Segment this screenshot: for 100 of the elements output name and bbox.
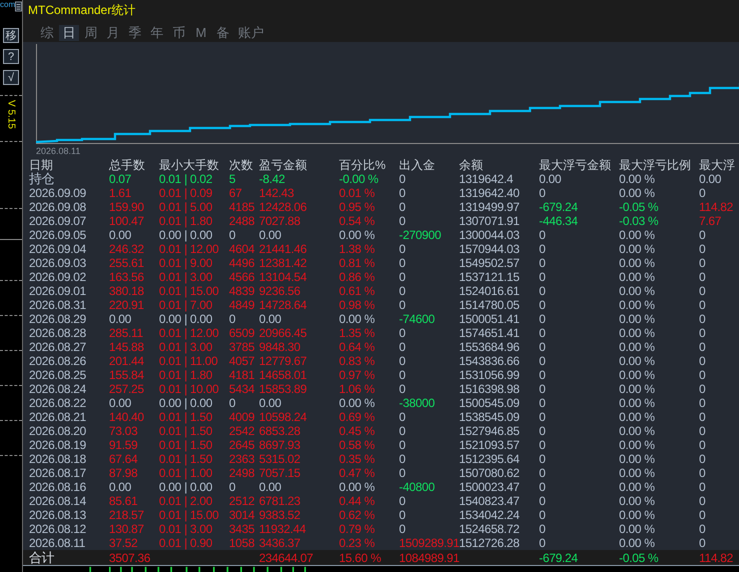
table-cell-text: 67	[229, 186, 243, 200]
table-cell-text: 0.01 | 1.80	[159, 214, 214, 228]
table-cell-text: 0	[539, 452, 546, 466]
table-cell-text: 0	[539, 410, 546, 424]
table-cell-text: 0	[699, 242, 706, 256]
table-cell-text: 0.00 %	[619, 480, 656, 494]
table-cell-text: 9848.30	[259, 340, 302, 354]
table-cell-text: 0.00 %	[619, 284, 656, 298]
period-tab[interactable]: 日	[59, 25, 79, 41]
table-cell-text: 0	[399, 172, 406, 186]
table-cell-text: 12381.42	[259, 256, 308, 270]
table-cell-text: 0	[229, 480, 236, 494]
table-cell-text: 5434	[229, 382, 256, 396]
table-cell-text: 6781.23	[259, 494, 302, 508]
period-tab[interactable]: 备	[213, 25, 233, 41]
table-cell-text: 5315.02	[259, 452, 302, 466]
table-cell-text: 2026.08.18	[29, 452, 88, 466]
table-cell-text: 100.47	[109, 214, 145, 228]
table-cell-text: 0	[699, 382, 706, 396]
table-cell-text: -8.42	[259, 172, 286, 186]
table-cell-text: 0.00	[259, 228, 282, 242]
table-cell-text: 0	[539, 438, 546, 452]
table-cell-text: 0	[699, 396, 706, 410]
table-cell-text: 1.06 %	[339, 382, 376, 396]
period-tab[interactable]: 月	[103, 25, 123, 41]
table-cell-text: 0	[399, 242, 406, 256]
period-tab[interactable]: 综	[37, 25, 57, 41]
side-button[interactable]: 移	[3, 28, 19, 43]
table-cell-text: 85.61	[109, 494, 139, 508]
table-cell-text: 0.01 | 0.02	[159, 172, 214, 186]
table-cell-text: 0	[399, 270, 406, 284]
table-cell-text: 0	[539, 494, 546, 508]
table-cell-text: 0.01 | 1.50	[159, 438, 214, 452]
column-header: 次数	[229, 158, 254, 172]
total-cell-text: 3507.36	[109, 550, 152, 565]
table-cell-text: 1527946.85	[459, 424, 520, 438]
table-cell-text: 6509	[229, 326, 256, 340]
table-cell-text: 0.44 %	[339, 494, 376, 508]
table-cell-text: 0	[539, 340, 546, 354]
table-cell-text: 114.82	[699, 200, 734, 214]
table-cell-text: 0.95 %	[339, 200, 376, 214]
period-tab[interactable]: 年	[147, 25, 167, 41]
column-header: 最大浮	[699, 158, 736, 172]
table-cell-text: 2026.08.31	[29, 298, 88, 312]
table-cell-text: 7027.88	[259, 214, 302, 228]
table-cell-text: 0.86 %	[339, 270, 376, 284]
table-cell-text: 1531056.99	[459, 368, 520, 382]
side-button[interactable]: ?	[3, 49, 19, 64]
table-cell-text: 2026.09.05	[29, 228, 88, 242]
table-cell-text: 1500545.09	[459, 396, 520, 410]
table-cell-text: 0	[539, 270, 546, 284]
table-cell-text: 1.38 %	[339, 242, 376, 256]
table-cell-text: 0	[399, 284, 406, 298]
period-tab[interactable]: 币	[169, 25, 189, 41]
table-cell-text: 0	[399, 466, 406, 480]
table-cell-text: 87.98	[109, 466, 139, 480]
table-cell-text: 2026.09.08	[29, 200, 88, 214]
table-cell-text: 1512395.64	[459, 452, 520, 466]
table-cell-text: 380.18	[109, 284, 145, 298]
table-cell-text: -0.03 %	[619, 214, 660, 228]
total-cell-text: -0.05 %	[619, 550, 660, 565]
table-cell-text: 0	[699, 424, 706, 438]
table-cell-text: 1319642.40	[459, 186, 520, 200]
table-cell-text: 11932.44	[259, 522, 307, 536]
table-cell-text: 0.00	[259, 480, 282, 494]
table-cell-text: 201.44	[109, 354, 145, 368]
table-cell-text: 0.00 | 0.00	[159, 396, 214, 410]
table-cell-text: 145.88	[109, 340, 145, 354]
table-cell-text: 0	[539, 466, 546, 480]
table-cell-text: 0	[539, 480, 546, 494]
table-cell-text: 4181	[229, 368, 256, 382]
table-cell-text: 0.00 %	[619, 298, 656, 312]
table-cell-text: 0.00	[109, 228, 132, 242]
table-cell-text: 140.40	[109, 410, 145, 424]
table-cell-text: 3436.37	[259, 536, 302, 550]
table-cell-text: 2026.09.03	[29, 256, 88, 270]
table-cell-text: 0.69 %	[339, 410, 376, 424]
table-cell-text: 130.87	[109, 522, 145, 536]
table-cell-text: 0	[399, 424, 406, 438]
table-cell-text: 1538545.09	[459, 410, 520, 424]
table-cell-text: 0.98 %	[339, 298, 376, 312]
table-cell-text: 0.00 | 0.00	[159, 312, 214, 326]
table-cell-text: 0.01 | 1.50	[159, 424, 214, 438]
period-tab[interactable]: 账户	[235, 25, 267, 41]
table-cell-text: -446.34	[539, 214, 579, 228]
table-cell-text: 155.84	[109, 368, 145, 382]
table-cell-text: 0	[539, 256, 546, 270]
table-cell-text: -0.00 %	[339, 172, 380, 186]
period-tab[interactable]: M	[191, 25, 211, 41]
table-cell-text: 1500051.41	[459, 312, 520, 326]
table-cell-text: 0.00	[109, 480, 132, 494]
period-tab[interactable]: 季	[125, 25, 145, 41]
period-tab[interactable]: 周	[81, 25, 101, 41]
table-cell-text: 0.00	[699, 172, 722, 186]
table-cell-text: 0.00 %	[619, 424, 656, 438]
table-cell-text: 0.01 | 3.00	[159, 270, 214, 284]
table-cell-text: 255.61	[109, 256, 145, 270]
table-cell-text: 0.61 %	[339, 284, 376, 298]
side-button[interactable]: √	[3, 70, 19, 85]
menu-icon[interactable]	[15, 0, 22, 13]
